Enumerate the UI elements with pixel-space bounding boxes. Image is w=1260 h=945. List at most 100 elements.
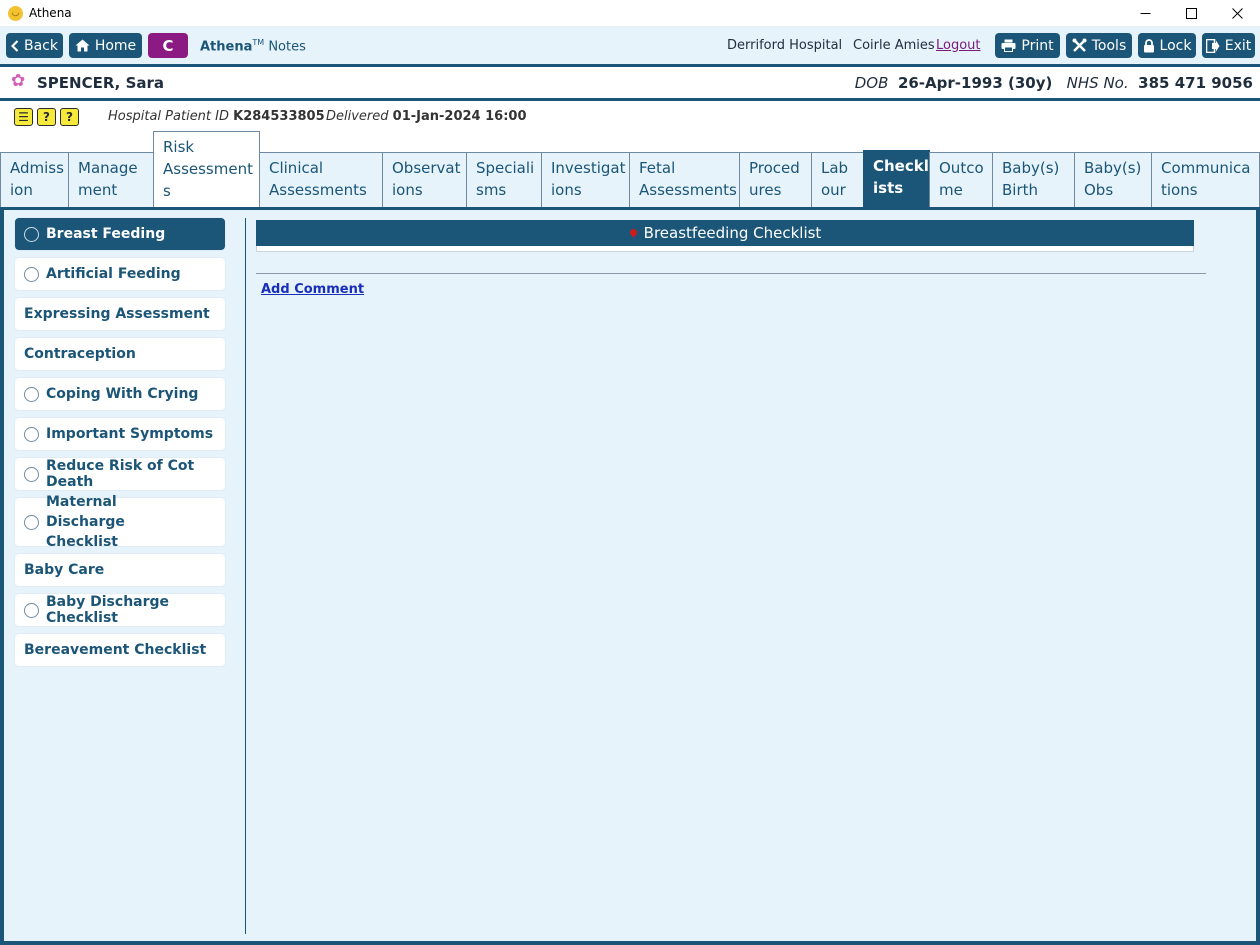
user-badge-button[interactable]: C [148,33,188,58]
flower-icon: ✿ [11,71,26,91]
tab-outcome[interactable]: Outco me [929,152,993,207]
section-body [256,246,1194,252]
user-name: Coirle Amies [853,38,935,53]
tab-specialisms[interactable]: Speciali sms [466,152,542,207]
sidebar-item-important-symptoms[interactable]: Important Symptoms [15,418,225,450]
print-button[interactable]: Print [995,33,1060,58]
list-alert-icon[interactable]: ☰ [14,108,33,126]
section-header: Breastfeeding Checklist [256,220,1194,246]
add-comment-link[interactable]: Add Comment [261,282,364,297]
patient-banner: ✿ SPENCER, Sara DOB 26-Apr-1993 (30y) NH… [0,67,1260,98]
brand-tm: TM [252,38,265,47]
exit-button[interactable]: Exit [1202,33,1255,58]
sidebar-item-bereavement-checklist[interactable]: Bereavement Checklist [15,634,225,666]
maximize-button[interactable] [1168,0,1214,26]
delivered-value: 01-Jan-2024 16:00 [392,109,527,124]
brand-title: AthenaTM Notes [200,38,306,54]
tab-babys-birth[interactable]: Baby(s) Birth [992,152,1075,207]
tab-risk-assessments[interactable]: Risk Assessment s [153,131,260,207]
hospital-id-label: Hospital Patient ID [108,109,229,124]
lock-button[interactable]: Lock [1138,33,1196,58]
tools-icon [1072,38,1087,52]
exit-icon [1205,38,1220,53]
sidebar-item-label: Breast Feeding [46,226,166,242]
back-label: Back [24,37,58,54]
tab-labour[interactable]: Lab our [811,152,864,207]
window-title: Athena [29,6,72,20]
sidebar-item-label: Baby Discharge Checklist [46,594,170,626]
lock-label: Lock [1159,37,1192,54]
tab-admission[interactable]: Admiss ion [0,152,69,207]
tab-clinical-assessments[interactable]: Clinical Assessments [259,152,383,207]
tools-button[interactable]: Tools [1066,33,1132,58]
nhs-label: NHS No. [1066,74,1129,92]
radio-icon [24,226,39,242]
sidebar-item-reduce-risk-of-cot-death[interactable]: Reduce Risk of Cot Death [15,458,225,490]
nhs-number: 385 471 9056 [1138,74,1253,92]
tab-checklists[interactable]: Checkl ists [863,150,930,207]
hospital-id-value: K284533805 [233,109,325,124]
exit-label: Exit [1224,37,1252,54]
radio-icon [24,602,39,618]
delivered-info: Delivered 01-Jan-2024 16:00 [326,109,527,124]
sidebar-item-label: Coping With Crying [46,386,199,402]
print-label: Print [1021,37,1054,54]
dob-value: 26-Apr-1993 (30y) [897,74,1053,92]
tab-communications[interactable]: Communica tions [1151,152,1260,207]
brand-name: Athena [200,39,253,55]
main-toolbar: Back Home C AthenaTM Notes Derriford Hos… [0,26,1260,64]
home-label: Home [94,37,137,54]
question-alert-icon[interactable]: ? [60,108,79,126]
athena-logo-icon: ◡ [8,5,23,21]
back-button[interactable]: Back [6,33,63,58]
chevron-left-icon [11,39,19,52]
hospital-name: Derriford Hospital [727,38,843,53]
sidebar-item-label: Bereavement Checklist [24,642,207,658]
logout-link[interactable]: Logout [936,38,981,53]
sidebar-item-label: Baby Care [24,562,105,578]
tab-procedures[interactable]: Proced ures [739,152,812,207]
dob-label: DOB [854,74,889,92]
sidebar-item-label: Artificial Feeding [46,266,181,282]
section-title: Breastfeeding Checklist [643,224,822,242]
sidebar-item-label: Maternal Discharge Checklist [46,494,125,550]
content-divider [256,273,1206,274]
question-alert-icon[interactable]: ? [37,108,56,126]
patient-identifiers: DOB 26-Apr-1993 (30y) NHS No. 385 471 90… [855,74,1253,92]
radio-icon [24,514,39,530]
radio-icon [24,426,39,442]
minimize-button[interactable] [1122,0,1168,26]
radio-icon [24,266,39,282]
delivered-label: Delivered [326,109,389,124]
sidebar-item-label: Important Symptoms [46,426,214,442]
tab-investigations[interactable]: Investigat ions [541,152,630,207]
brand-suffix: Notes [268,39,306,55]
sidebar-item-baby-discharge-checklist[interactable]: Baby Discharge Checklist [15,594,225,626]
radio-icon [24,386,39,402]
home-icon [75,39,90,52]
tab-observations[interactable]: Observat ions [382,152,467,207]
hospital-patient-id: Hospital Patient ID K284533805 [108,109,325,124]
sidebar-divider [245,218,246,934]
tab-fetal-assessments[interactable]: Fetal Assessments [629,152,740,207]
sidebar-item-artificial-feeding[interactable]: Artificial Feeding [15,258,225,290]
sidebar-item-breast-feeding[interactable]: Breast Feeding [15,218,225,250]
tab-babys-obs[interactable]: Baby(s) Obs [1074,152,1152,207]
printer-icon [1001,39,1016,52]
pin-icon [629,228,638,238]
window-controls [1122,0,1260,26]
home-button[interactable]: Home [69,33,142,58]
window-titlebar: ◡ Athena [0,0,1260,26]
sidebar-item-expressing-assessment[interactable]: Expressing Assessment [15,298,225,330]
sidebar-item-contraception[interactable]: Contraception [15,338,225,370]
sidebar-item-label: Contraception [24,346,136,362]
sidebar-item-label: Expressing Assessment [24,306,210,322]
section-tabs: Admiss ion Manage ment Risk Assessment s… [0,131,1260,207]
sidebar-item-coping-with-crying[interactable]: Coping With Crying [15,378,225,410]
tab-management[interactable]: Manage ment [68,152,154,207]
patient-name: SPENCER, Sara [37,74,165,92]
checklists-panel: Breast Feeding Artificial Feeding Expres… [0,207,1260,945]
close-window-button[interactable] [1214,0,1260,26]
sidebar-item-baby-care[interactable]: Baby Care [15,554,225,586]
sidebar-item-maternal-discharge-checklist[interactable]: Maternal Discharge Checklist [15,494,225,550]
